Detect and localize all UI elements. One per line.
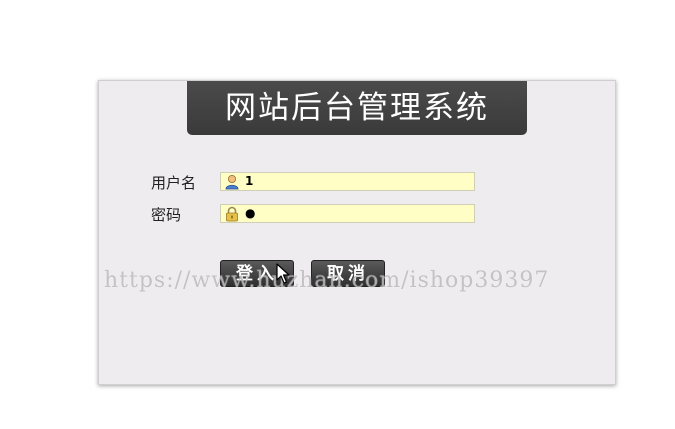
cancel-button[interactable]: 取消 [311,260,385,287]
lock-icon [226,206,238,222]
login-page: 网站后台管理系统 用户名 1 密码 ● 登入 取消 https://www.hu… [0,0,675,429]
password-label: 密码 [151,206,182,224]
username-input[interactable]: 1 [220,172,475,191]
user-icon [225,175,239,190]
login-panel: 网站后台管理系统 用户名 1 密码 ● 登入 取消 [98,80,616,385]
mouse-cursor-icon [276,263,290,284]
username-value: 1 [245,174,254,188]
page-title: 网站后台管理系统 [187,81,527,135]
password-input[interactable]: ● [220,204,475,223]
username-label: 用户名 [151,174,197,192]
password-value: ● [245,206,256,220]
